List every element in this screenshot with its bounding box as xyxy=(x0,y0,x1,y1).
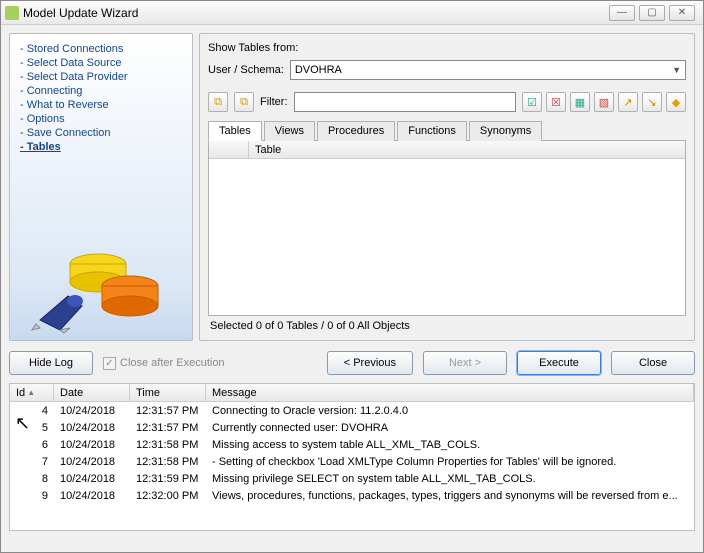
log-col-id[interactable]: Id▲ xyxy=(10,384,54,401)
nav-item-connecting[interactable]: - Connecting xyxy=(20,84,182,98)
log-row[interactable]: 510/24/201812:31:57 PMCurrently connecte… xyxy=(10,419,694,436)
close-after-exec-checkbox[interactable]: ✓ Close after Execution xyxy=(103,357,225,370)
schema-label: User / Schema: xyxy=(208,64,284,76)
include-toggle-icon-glyph: ↗ xyxy=(623,96,632,109)
dropdown-arrow-icon: ▼ xyxy=(672,65,681,75)
schema-value: DVOHRA xyxy=(295,64,342,76)
select-all-icon[interactable]: ☑ xyxy=(522,92,542,112)
log-col-time[interactable]: Time xyxy=(130,384,206,401)
nav-item-what-to-reverse[interactable]: - What to Reverse xyxy=(20,98,182,112)
log-row[interactable]: 710/24/201812:31:58 PM - Setting of chec… xyxy=(10,453,694,470)
log-col-message[interactable]: Message xyxy=(206,384,694,401)
nav-item-options[interactable]: - Options xyxy=(20,112,182,126)
hide-log-button[interactable]: Hide Log xyxy=(9,351,93,375)
log-row[interactable]: 910/24/201812:32:00 PMViews, procedures,… xyxy=(10,487,694,504)
next-button: Next > xyxy=(423,351,507,375)
checkbox-icon: ✓ xyxy=(103,357,116,370)
wizard-window: Model Update Wizard — ▢ ✕ - Stored Conne… xyxy=(0,0,704,553)
include-toggle-icon[interactable]: ↗ xyxy=(618,92,638,112)
log-row[interactable]: 410/24/201812:31:57 PMConnecting to Orac… xyxy=(10,402,694,419)
maximize-button[interactable]: ▢ xyxy=(639,5,665,21)
object-type-tabs: TablesViewsProceduresFunctionsSynonyms xyxy=(208,120,686,141)
paste-icon: ⧉ xyxy=(240,96,248,109)
log-panel: Id▲ Date Time Message 410/24/201812:31:5… xyxy=(9,383,695,531)
nav-item-tables[interactable]: - Tables xyxy=(20,140,182,154)
filter-clear-icon-glyph: ▧ xyxy=(599,96,609,109)
sort-asc-icon: ▲ xyxy=(27,388,35,397)
exclude-toggle-icon-glyph: ↘ xyxy=(647,96,656,109)
filter-apply-icon-glyph: ▦ xyxy=(575,96,585,109)
tab-synonyms[interactable]: Synonyms xyxy=(469,121,542,141)
titlebar: Model Update Wizard — ▢ ✕ xyxy=(1,1,703,25)
close-window-button[interactable]: ✕ xyxy=(669,5,695,21)
select-none-icon[interactable]: ☒ xyxy=(546,92,566,112)
filter-label: Filter: xyxy=(260,96,288,108)
log-col-date[interactable]: Date xyxy=(54,384,130,401)
filter-apply-icon[interactable]: ▦ xyxy=(570,92,590,112)
log-row[interactable]: 610/24/201812:31:58 PMMissing access to … xyxy=(10,436,694,453)
nav-item-select-data-provider[interactable]: - Select Data Provider xyxy=(20,70,182,84)
filter-input[interactable] xyxy=(294,92,517,112)
minimize-button[interactable]: — xyxy=(609,5,635,21)
wizard-graphic xyxy=(30,234,170,334)
close-button[interactable]: Close xyxy=(611,351,695,375)
app-icon xyxy=(5,6,19,20)
schema-select[interactable]: DVOHRA ▼ xyxy=(290,60,686,80)
previous-button[interactable]: < Previous xyxy=(327,351,413,375)
wizard-nav: - Stored Connections- Select Data Source… xyxy=(9,33,193,341)
list-table-column[interactable]: Table xyxy=(249,144,685,156)
right-panel: Show Tables from: User / Schema: DVOHRA … xyxy=(199,33,695,341)
list-checkbox-column[interactable] xyxy=(209,141,249,158)
tab-functions[interactable]: Functions xyxy=(397,121,467,141)
tab-procedures[interactable]: Procedures xyxy=(317,121,395,141)
filter-clear-icon[interactable]: ▧ xyxy=(594,92,614,112)
exclude-toggle-icon[interactable]: ↘ xyxy=(642,92,662,112)
log-row[interactable]: 810/24/201812:31:59 PMMissing privilege … xyxy=(10,470,694,487)
toolbar-btn-2[interactable]: ⧉ xyxy=(234,92,254,112)
select-none-icon-glyph: ☒ xyxy=(551,96,561,109)
tab-tables[interactable]: Tables xyxy=(208,121,262,141)
select-all-icon-glyph: ☑ xyxy=(527,96,537,109)
nav-item-stored-connections[interactable]: - Stored Connections xyxy=(20,42,182,56)
object-list[interactable]: Table xyxy=(208,141,686,316)
tab-views[interactable]: Views xyxy=(264,121,315,141)
toolbar-btn-1[interactable]: ⧉ xyxy=(208,92,228,112)
highlight-icon[interactable]: ◆ xyxy=(666,92,686,112)
copy-icon: ⧉ xyxy=(214,96,222,109)
highlight-icon-glyph: ◆ xyxy=(672,96,680,109)
execute-button[interactable]: Execute xyxy=(517,351,601,375)
selection-status: Selected 0 of 0 Tables / 0 of 0 All Obje… xyxy=(208,316,686,332)
nav-item-select-data-source[interactable]: - Select Data Source xyxy=(20,56,182,70)
window-title: Model Update Wizard xyxy=(23,6,609,20)
nav-item-save-connection[interactable]: - Save Connection xyxy=(20,126,182,140)
show-tables-from-label: Show Tables from: xyxy=(208,42,298,54)
